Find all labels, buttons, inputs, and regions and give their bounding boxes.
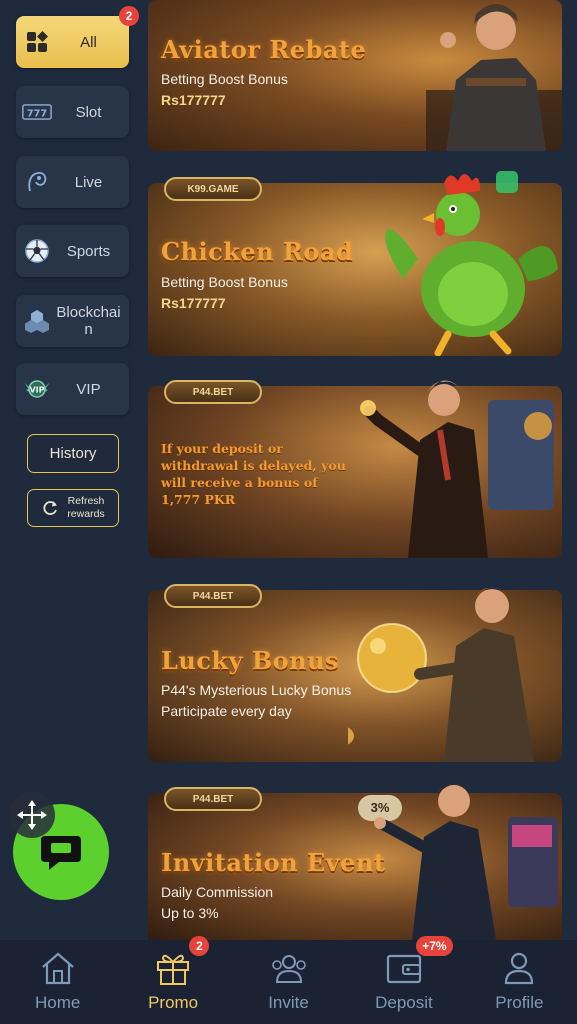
category-slot[interactable]: 777 Slot bbox=[16, 86, 129, 138]
promo-banner-delay-bonus[interactable]: P44.BET If your deposit or withdrawal is… bbox=[148, 380, 562, 558]
svg-text:VIP: VIP bbox=[29, 386, 44, 395]
chat-bubble-icon bbox=[37, 828, 85, 876]
nav-promo[interactable]: Promo 2 bbox=[115, 936, 230, 1024]
nav-label: Home bbox=[35, 993, 81, 1012]
brand-tag: P44.BET bbox=[164, 584, 262, 608]
nav-home[interactable]: Home bbox=[0, 940, 115, 1024]
nav-invite[interactable]: Invite bbox=[231, 940, 346, 1024]
category-label: VIP bbox=[76, 380, 101, 398]
gift-icon bbox=[153, 948, 193, 988]
banner-subtitle-2: Participate every day bbox=[161, 703, 292, 719]
banner-title: Invitation Event bbox=[161, 848, 386, 877]
agent-character-illustration bbox=[374, 783, 558, 940]
promo-banner-chicken-road[interactable]: K99.GAME Chicken Road Betting Boost Bonu… bbox=[148, 171, 562, 356]
chicken-character-illustration bbox=[385, 171, 558, 356]
category-all[interactable]: All 2 bbox=[16, 6, 139, 68]
brand-tag: P44.BET bbox=[164, 380, 262, 404]
promo-banner-invitation-event[interactable]: P44.BET 3% Invitation Event Daily Commis… bbox=[148, 783, 562, 940]
wallet-icon bbox=[384, 948, 424, 988]
home-icon bbox=[38, 948, 78, 988]
banner-subtitle: P44's Mysterious Lucky Bonus bbox=[161, 682, 352, 698]
banner-subtitle-2: Up to 3% bbox=[161, 905, 219, 921]
invite-users-icon bbox=[269, 948, 309, 988]
banner-amount: Rs177777 bbox=[161, 295, 226, 311]
banner-title: Chicken Road bbox=[161, 237, 354, 266]
brand-tag: K99.GAME bbox=[164, 177, 262, 201]
notification-badge: 2 bbox=[119, 6, 139, 26]
category-label: Live bbox=[74, 173, 103, 191]
move-arrows-icon bbox=[16, 799, 48, 831]
category-label: Slot bbox=[75, 103, 102, 121]
nav-label: Invite bbox=[268, 993, 309, 1012]
refresh-rewards-label: Refresh rewards bbox=[67, 495, 105, 520]
nav-label: Deposit bbox=[375, 993, 433, 1012]
bottom-navigation: Home Promo 2 Invite Deposit +7% Profile bbox=[0, 936, 577, 1024]
history-button[interactable]: History bbox=[27, 434, 119, 473]
grid-icon bbox=[22, 27, 52, 57]
soccer-ball-icon bbox=[22, 236, 52, 266]
live-dealer-icon bbox=[22, 167, 52, 197]
notification-badge: 2 bbox=[189, 936, 210, 956]
gentleman-with-orb-illustration bbox=[348, 587, 534, 762]
category-label: Sports bbox=[66, 242, 111, 260]
banner-amount: Rs177777 bbox=[161, 92, 226, 108]
banner-subtitle: Betting Boost Bonus bbox=[161, 71, 288, 87]
svg-text:777: 777 bbox=[27, 108, 47, 119]
nav-profile[interactable]: Profile bbox=[462, 940, 577, 1024]
drag-move-handle[interactable] bbox=[9, 792, 55, 838]
pilot-character-illustration bbox=[426, 4, 562, 151]
profile-icon bbox=[499, 948, 539, 988]
deposit-bonus-badge: +7% bbox=[416, 936, 453, 956]
category-label: All bbox=[80, 33, 97, 51]
category-blockchain[interactable]: Blockchai n bbox=[16, 295, 129, 347]
refresh-rewards-button[interactable]: Refresh rewards bbox=[27, 489, 119, 527]
banner-title: Lucky Bonus bbox=[161, 646, 340, 675]
nav-label: Profile bbox=[495, 993, 544, 1012]
nav-deposit[interactable]: Deposit +7% bbox=[346, 936, 461, 1024]
promo-banner-lucky-bonus[interactable]: P44.BET Lucky Bonus P44's Mysterious Luc… bbox=[148, 584, 562, 762]
blockchain-icon bbox=[22, 306, 52, 336]
category-vip[interactable]: VIP VIP bbox=[16, 363, 129, 415]
promo-banner-aviator-rebate[interactable]: Aviator Rebate Betting Boost Bonus Rs177… bbox=[148, 0, 562, 151]
history-label: History bbox=[49, 445, 97, 462]
nav-label: Promo bbox=[148, 993, 199, 1012]
banner-subtitle: Daily Commission bbox=[161, 884, 274, 900]
banner-subtitle: Betting Boost Bonus bbox=[161, 274, 288, 290]
magician-character-illustration bbox=[360, 380, 554, 558]
refresh-icon bbox=[41, 499, 59, 517]
vip-crest-icon: VIP bbox=[22, 374, 52, 404]
category-label: Blockchai n bbox=[56, 304, 121, 338]
category-live[interactable]: Live bbox=[16, 156, 129, 208]
category-sports[interactable]: Sports bbox=[16, 225, 129, 277]
brand-tag: P44.BET bbox=[164, 787, 262, 811]
slot-777-icon: 777 bbox=[22, 97, 52, 127]
banner-notice-text: If your deposit or withdrawal is delayed… bbox=[161, 441, 346, 507]
banner-title: Aviator Rebate bbox=[161, 35, 367, 64]
